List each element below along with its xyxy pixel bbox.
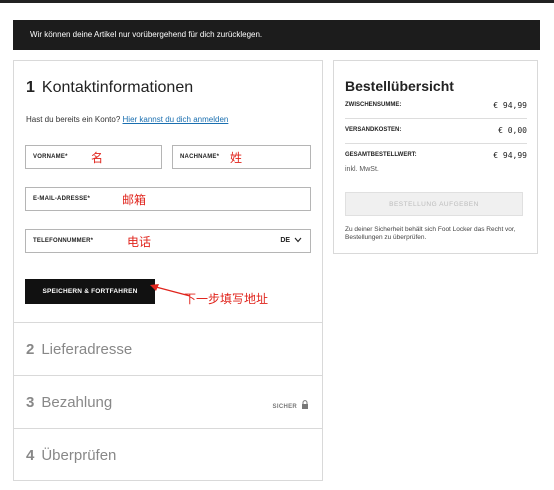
login-link[interactable]: Hier kannst du dich anmelden [123, 115, 229, 124]
summary-title: Bestellübersicht [345, 78, 454, 94]
email-label: E-MAIL-ADRESSE* [33, 196, 91, 202]
total-row: GESAMTBESTELLWERT: € 94,99 [345, 151, 527, 160]
first-name-label: VORNAME* [33, 154, 68, 160]
country-code-value: DE [280, 237, 291, 244]
last-name-label: NACHNAME* [180, 154, 220, 160]
top-border [0, 0, 554, 3]
country-code-select[interactable]: DE [280, 237, 302, 244]
place-order-button[interactable]: BESTELLUNG AUFGEBEN [345, 192, 523, 216]
shipping-value: € 0,00 [498, 126, 527, 135]
order-summary: Bestellübersicht ZWISCHENSUMME: € 94,99 … [333, 60, 538, 254]
last-name-field[interactable]: NACHNAME* 姓 [172, 145, 311, 169]
step-title-text: Bezahlung [41, 394, 113, 411]
reservation-banner: Wir können deine Artikel nur vorübergehe… [13, 20, 540, 50]
step-number: 3 [26, 394, 35, 411]
first-name-field[interactable]: VORNAME* 名 [25, 145, 162, 169]
subtotal-value: € 94,99 [493, 101, 527, 110]
contact-step-title: 1 Kontaktinformationen [26, 79, 193, 97]
step-number: 1 [26, 79, 35, 96]
next-step-annotation: 下一步填写地址 [184, 292, 269, 306]
email-field[interactable]: E-MAIL-ADRESSE* 邮箱 [25, 187, 311, 211]
subtotal-label: ZWISCHENSUMME: [345, 102, 402, 108]
save-continue-button[interactable]: SPEICHERN & FORTFAHREN [25, 279, 155, 304]
review-step: 4 Überprüfen [14, 429, 322, 482]
total-value: € 94,99 [493, 151, 527, 160]
privacy-note: Zu deiner Sicherheit behält sich Foot Lo… [345, 226, 516, 241]
payment-step-title: 3 Bezahlung [26, 394, 112, 411]
phone-field[interactable]: TELEFONNUMMER* 电话 DE [25, 229, 311, 253]
shipping-step-title: 2 Lieferadresse [26, 341, 132, 358]
shipping-label: VERSANDKOSTEN: [345, 127, 402, 133]
phone-label: TELEFONNUMMER* [33, 238, 94, 244]
account-prompt: Hast du bereits ein Konto? Hier kannst d… [26, 115, 228, 124]
email-annotation: 邮箱 [122, 193, 147, 207]
vat-note: inkl. MwSt. [345, 166, 379, 173]
shipping-row: VERSANDKOSTEN: € 0,00 [345, 126, 527, 135]
step-title-text: Überprüfen [41, 447, 117, 464]
first-name-annotation: 名 [91, 151, 104, 165]
step-title-text: Lieferadresse [41, 341, 133, 358]
chevron-down-icon [294, 237, 302, 243]
shipping-step: 2 Lieferadresse [14, 323, 322, 376]
summary-divider [345, 118, 527, 119]
lock-icon [302, 400, 308, 409]
phone-annotation: 电话 [127, 235, 152, 249]
step-number: 4 [26, 447, 35, 464]
summary-divider [345, 143, 527, 144]
last-name-annotation: 姓 [230, 151, 243, 165]
contact-section: 1 Kontaktinformationen Hast du bereits ei… [14, 61, 322, 323]
payment-step: 3 Bezahlung SICHER [14, 376, 322, 429]
secure-badge: SICHER [273, 400, 309, 410]
step-number: 2 [26, 341, 35, 358]
secure-badge-text: SICHER [272, 404, 298, 410]
subtotal-row: ZWISCHENSUMME: € 94,99 [345, 101, 527, 110]
account-prompt-text: Hast du bereits ein Konto? [26, 115, 121, 124]
step-title-text: Kontaktinformationen [41, 79, 194, 96]
review-step-title: 4 Überprüfen [26, 447, 116, 464]
checkout-steps: 1 Kontaktinformationen Hast du bereits ei… [13, 60, 323, 481]
total-label: GESAMTBESTELLWERT: [345, 152, 417, 158]
